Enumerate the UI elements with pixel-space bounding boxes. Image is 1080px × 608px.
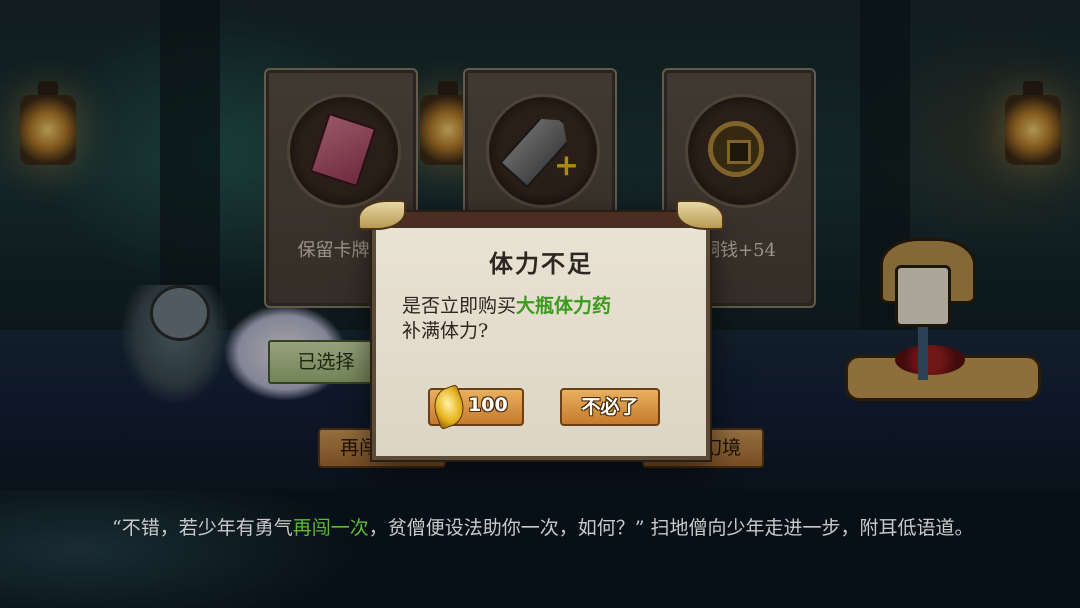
decline-button[interactable]: 不必了 <box>560 388 660 426</box>
buy-potion-button[interactable]: 100 <box>428 384 524 430</box>
dialogue-panel[interactable]: “不错，若少年有勇气再闯一次，贫僧便设法助你一次，如何？” 扫地僧向少年走进一步… <box>0 490 1080 608</box>
potion-name: 大瓶体力药 <box>516 295 612 317</box>
dialogue-part: ，贫僧便设法助你一次，如何？” 扫地僧向少年走进一步，附耳低语道。 <box>368 517 974 539</box>
dialog-title: 体力不足 <box>489 249 593 278</box>
dialogue-highlight: 再闯一次 <box>292 517 369 539</box>
gold-leaf-icon <box>428 384 470 430</box>
message-suffix: 补满体力? <box>402 320 489 342</box>
dialog-message: 是否立即购买大瓶体力药 补满体力? <box>402 294 692 344</box>
buy-price: 100 <box>468 394 508 416</box>
message-prefix: 是否立即购买 <box>402 295 517 317</box>
dialogue-text: “不错，若少年有勇气再闯一次，贫僧便设法助你一次，如何？” 扫地僧向少年走进一步… <box>112 514 992 542</box>
dialogue-part: “不错，若少年有勇气 <box>112 517 293 539</box>
dialog-corner-ornament <box>358 200 406 230</box>
insufficient-stamina-dialog: 体力不足 是否立即购买大瓶体力药 补满体力? 100 不必了 <box>358 200 724 460</box>
